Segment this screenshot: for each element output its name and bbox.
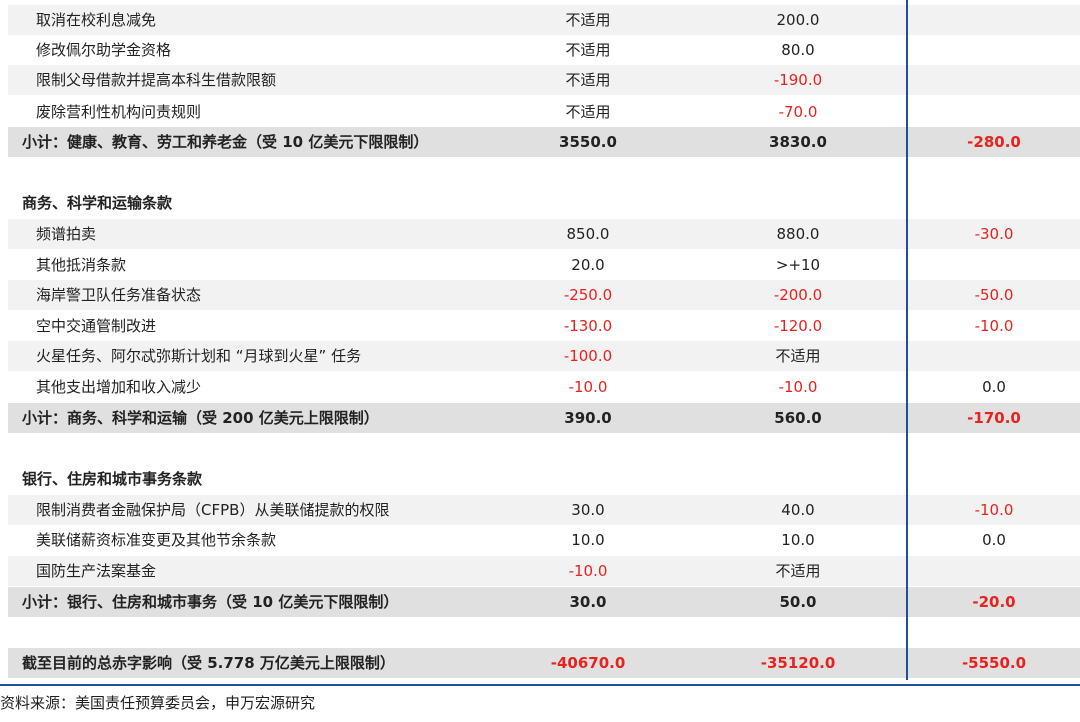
value-col-2: -10.0 [778, 378, 818, 396]
value-col-3: -20.0 [972, 593, 1016, 611]
value-col-1: -40670.0 [550, 654, 626, 672]
table-row: 废除营利性机构问责规则 不适用 -70.0 [8, 97, 1080, 127]
value-col-3 [908, 250, 1080, 280]
table-row: 限制消费者金融保护局（CFPB）从美联储提款的权限 30.0 40.0 -10.0 [8, 495, 1080, 525]
value-col-2: 80.0 [781, 41, 815, 59]
value-col-1: 不适用 [565, 103, 611, 121]
value-col-2: -70.0 [778, 103, 818, 121]
value-col-2: -190.0 [773, 71, 823, 89]
section-header-row: 商务、科学和运输条款 [8, 188, 1080, 218]
value-col-3: -5550.0 [961, 654, 1027, 672]
table-row: 海岸警卫队任务准备状态 -250.0 -200.0 -50.0 [8, 280, 1080, 310]
value-col-2: 560.0 [774, 409, 822, 427]
value-col-2: 50.0 [779, 593, 817, 611]
value-col-1: -100.0 [563, 347, 613, 365]
row-label: 取消在校利息减免 [36, 11, 157, 29]
subtotal-row: 小计：商务、科学和运输（受 200 亿美元上限限制） 390.0 560.0 -170… [8, 403, 1080, 433]
source-note: 资料来源：美国责任预算委员会，申万宏源研究 [0, 694, 316, 712]
row-label: 限制父母借款并提高本科生借款限额 [36, 71, 277, 89]
value-col-1: 20.0 [571, 256, 605, 274]
row-label: 修改佩尔助学金资格 [36, 41, 172, 59]
row-label: 小计：商务、科学和运输（受 200 亿美元上限限制） [22, 409, 379, 427]
value-col-1: 不适用 [565, 71, 611, 89]
row-label: 其他抵消条款 [36, 256, 127, 274]
budget-table-document: 取消在校利息减免 不适用 200.0 修改佩尔助学金资格 不适用 80.0 限制父母借款并提… [0, 0, 1080, 722]
table-row: 空中交通管制改进 -130.0 -120.0 -10.0 [8, 311, 1080, 341]
value-col-1: -10.0 [568, 378, 608, 396]
row-label: 废除营利性机构问责规则 [36, 103, 202, 121]
spacer-row [8, 434, 1080, 464]
value-col-2: -120.0 [773, 317, 823, 335]
value-col-2: 880.0 [776, 225, 820, 243]
row-label: 海岸警卫队任务准备状态 [36, 286, 202, 304]
value-col-3: -50.0 [974, 286, 1014, 304]
value-col-1: -250.0 [563, 286, 613, 304]
value-col-2: -200.0 [773, 286, 823, 304]
value-col-1: 30.0 [569, 593, 607, 611]
value-col-3 [908, 35, 1080, 65]
row-label: 其他支出增加和收入减少 [36, 378, 202, 396]
value-col-1: 30.0 [571, 501, 605, 519]
value-col-2: 200.0 [776, 11, 820, 29]
value-col-1: -130.0 [563, 317, 613, 335]
value-col-3: -280.0 [967, 133, 1021, 151]
value-col-2: >+10 [775, 256, 821, 274]
value-col-3 [908, 97, 1080, 127]
total-row: 截至目前的总赤字影响（受 5.778 万亿美元上限限制） -40670.0 -351… [8, 648, 1080, 678]
value-col-3 [908, 556, 1080, 586]
value-col-3 [908, 341, 1080, 371]
table-row: 国防生产法案基金 -10.0 不适用 [8, 556, 1080, 586]
section-title: 商务、科学和运输条款 [22, 194, 173, 212]
subtotal-row: 小计：健康、教育、劳工和养老金（受 10 亿美元下限限制） 3550.0 3830.… [8, 127, 1080, 157]
value-col-2: 不适用 [775, 347, 821, 365]
value-col-2: 3830.0 [769, 133, 827, 151]
spacer-row [8, 158, 1080, 188]
section-header-row: 银行、住房和城市事务条款 [8, 464, 1080, 494]
subtotal-row: 小计：银行、住房和城市事务（受 10 亿美元下限限制） 30.0 50.0 -20.0 [8, 587, 1080, 617]
row-label: 美联储薪资标准变更及其他节余条款 [36, 531, 277, 549]
row-label: 小计：银行、住房和城市事务（受 10 亿美元下限限制） [22, 593, 399, 611]
value-col-3: -170.0 [967, 409, 1021, 427]
value-col-3 [908, 5, 1080, 35]
value-col-2: 10.0 [781, 531, 815, 549]
value-col-1: 不适用 [565, 41, 611, 59]
row-label: 火星任务、阿尔忒弥斯计划和 “月球到火星” 任务 [36, 347, 362, 365]
table-row: 限制父母借款并提高本科生借款限额 不适用 -190.0 [8, 65, 1080, 95]
value-col-3 [908, 65, 1080, 95]
table-row: 修改佩尔助学金资格 不适用 80.0 [8, 35, 1080, 65]
table-row: 火星任务、阿尔忒弥斯计划和 “月球到火星” 任务 -100.0 不适用 [8, 341, 1080, 371]
value-col-3: -10.0 [974, 317, 1014, 335]
value-col-1: 850.0 [566, 225, 610, 243]
value-col-2: 40.0 [781, 501, 815, 519]
table-bottom-rule [0, 684, 1080, 686]
value-col-1: 10.0 [571, 531, 605, 549]
table-row: 其他支出增加和收入减少 -10.0 -10.0 0.0 [8, 372, 1080, 402]
row-label: 频谱拍卖 [36, 225, 97, 243]
table-row: 美联储薪资标准变更及其他节余条款 10.0 10.0 0.0 [8, 525, 1080, 555]
value-col-3: 0.0 [982, 378, 1006, 396]
section-title: 银行、住房和城市事务条款 [22, 470, 203, 488]
value-col-3: 0.0 [982, 531, 1006, 549]
column-divider [906, 0, 908, 680]
row-label: 截至目前的总赤字影响（受 5.778 万亿美元上限限制） [22, 654, 395, 672]
table-row: 频谱拍卖 850.0 880.0 -30.0 [8, 219, 1080, 249]
spacer-row [8, 618, 1080, 648]
value-col-2: 不适用 [775, 562, 821, 580]
value-col-1: -10.0 [568, 562, 608, 580]
row-label: 限制消费者金融保护局（CFPB）从美联储提款的权限 [36, 501, 390, 519]
row-label: 小计：健康、教育、劳工和养老金（受 10 亿美元下限限制） [22, 133, 429, 151]
value-col-1: 390.0 [564, 409, 612, 427]
table-row: 其他抵消条款 20.0 >+10 [8, 250, 1080, 280]
value-col-3: -10.0 [974, 501, 1014, 519]
value-col-1: 3550.0 [559, 133, 617, 151]
row-label: 空中交通管制改进 [36, 317, 157, 335]
table-row: 取消在校利息减免 不适用 200.0 [8, 5, 1080, 35]
row-label: 国防生产法案基金 [36, 562, 157, 580]
value-col-1: 不适用 [565, 11, 611, 29]
value-col-2: -35120.0 [760, 654, 836, 672]
value-col-3: -30.0 [974, 225, 1014, 243]
